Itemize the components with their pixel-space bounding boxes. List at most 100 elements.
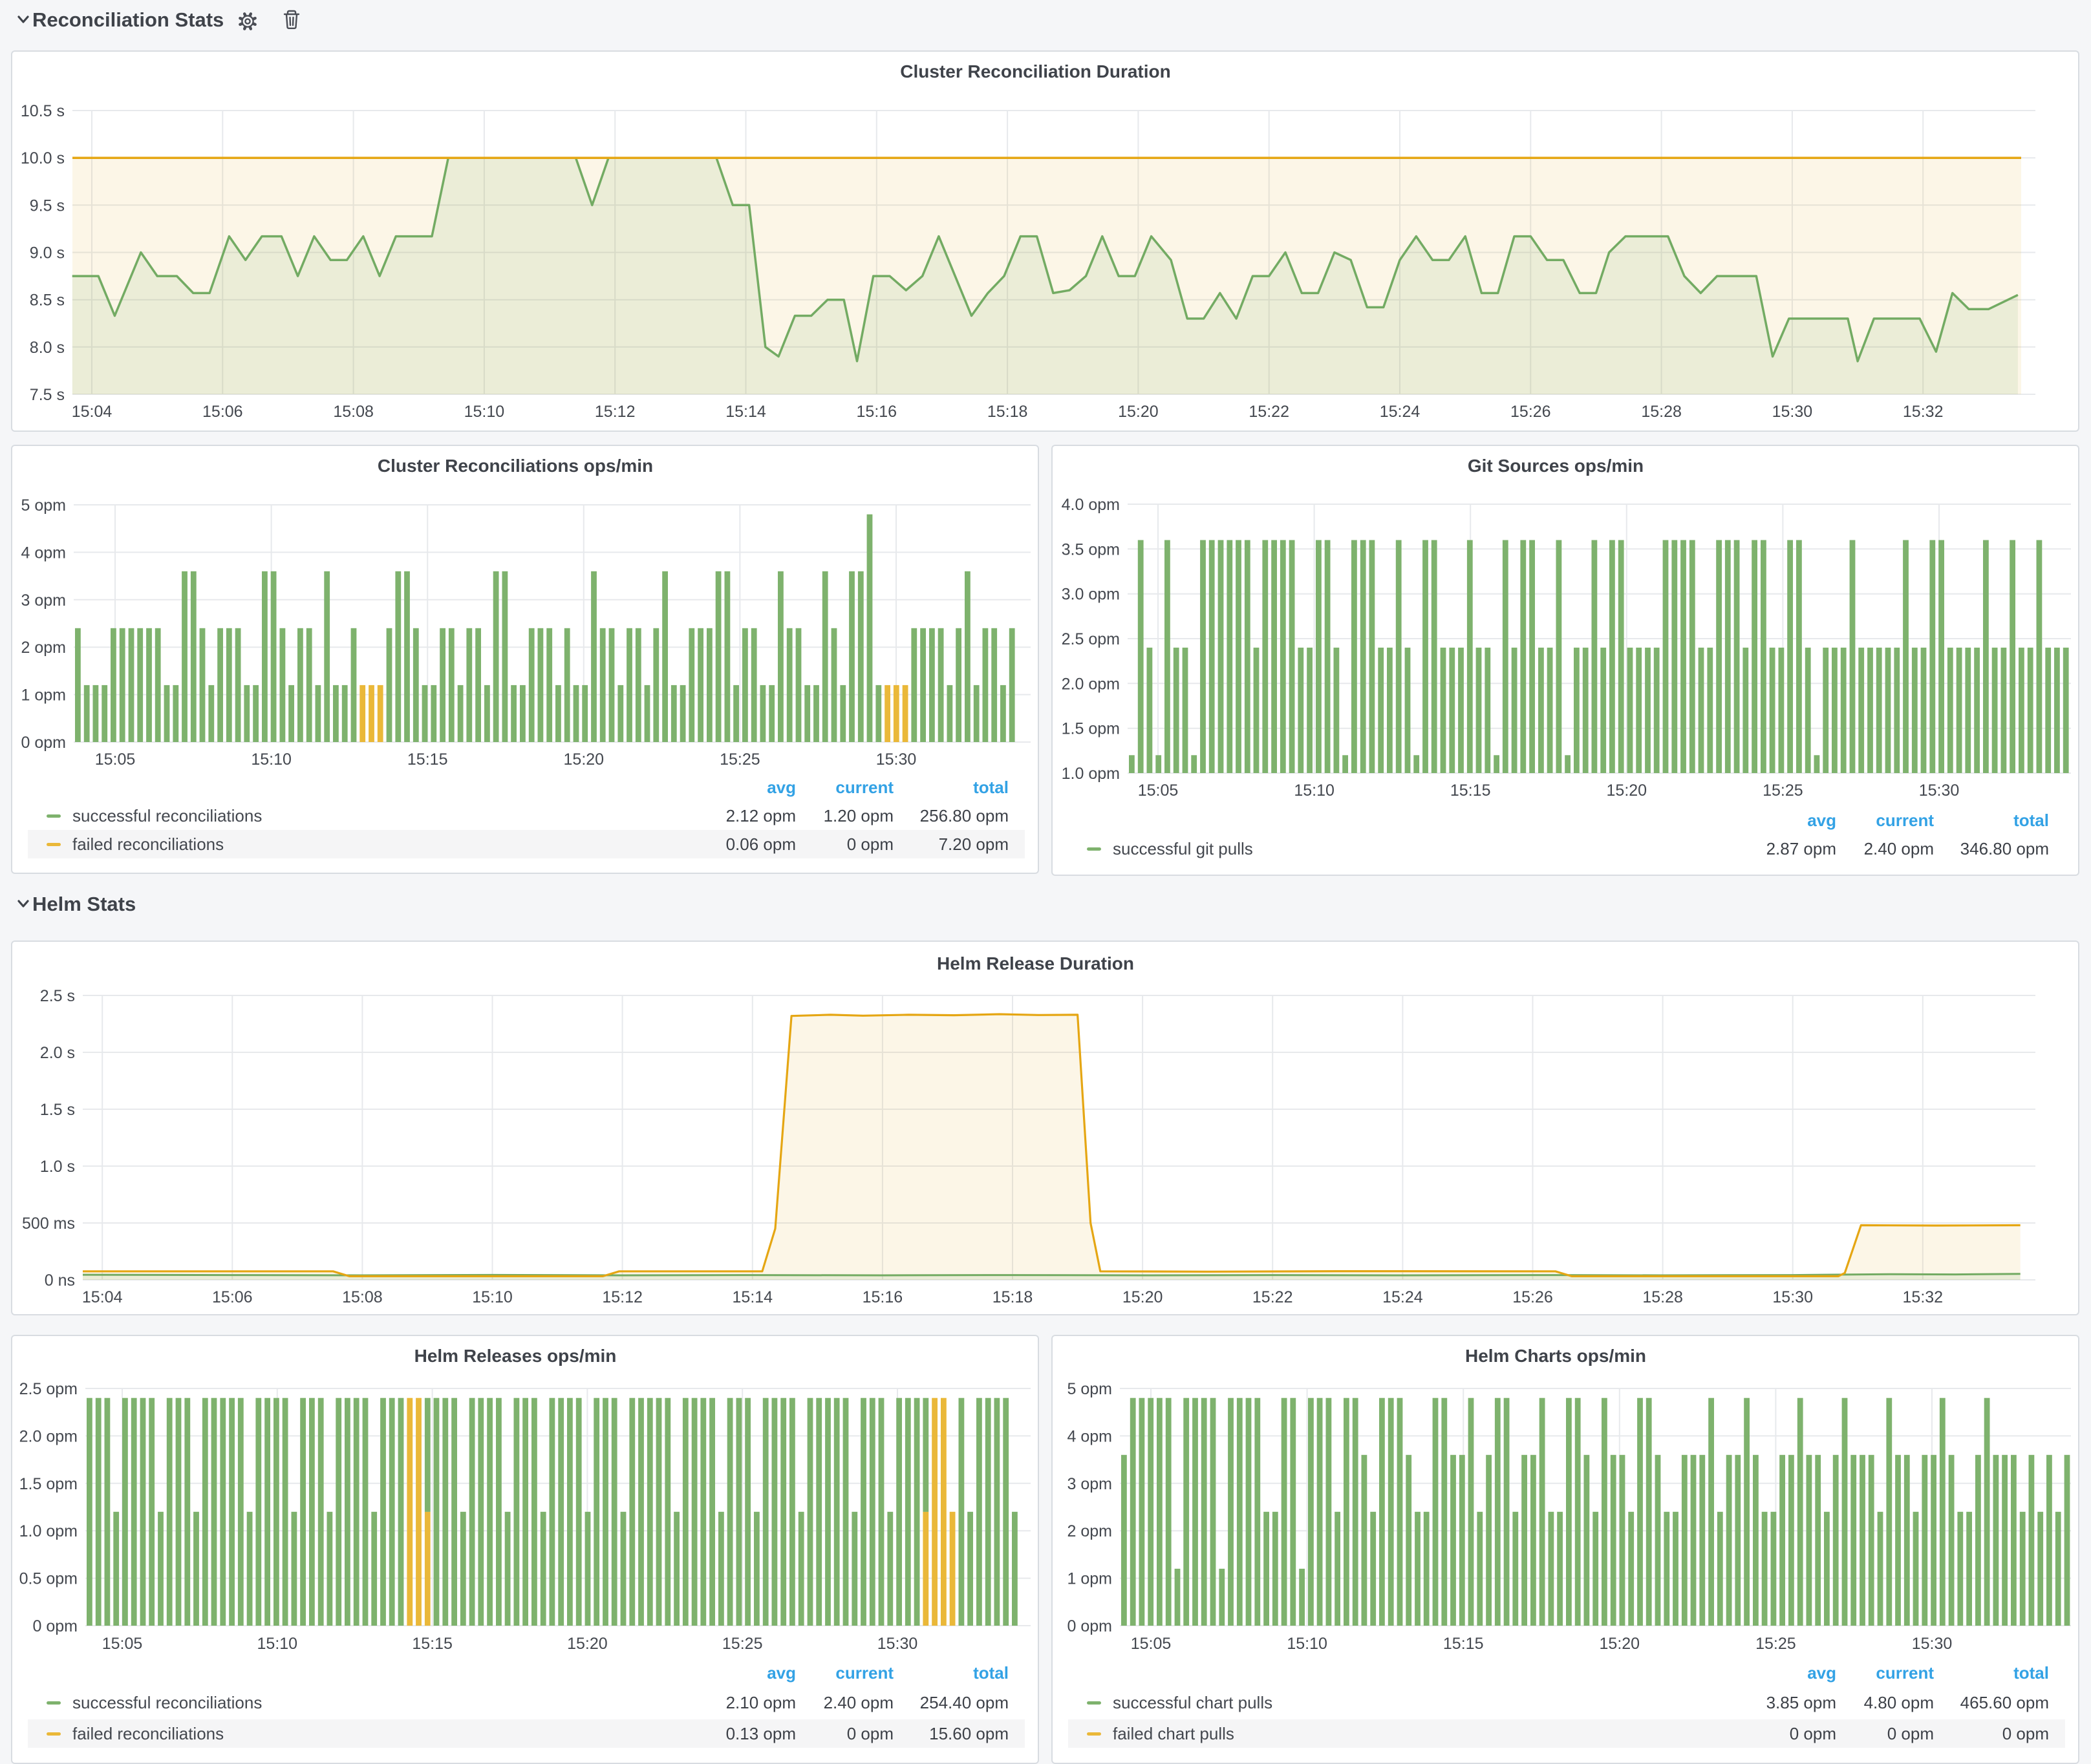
svg-text:256.80 opm: 256.80 opm (920, 806, 1009, 825)
svg-text:2.5 s: 2.5 s (40, 987, 75, 1005)
svg-text:1.5 opm: 1.5 opm (19, 1475, 78, 1493)
svg-text:15:32: 15:32 (1903, 403, 1944, 421)
svg-text:346.80 opm: 346.80 opm (1960, 839, 2049, 858)
svg-text:15:16: 15:16 (857, 403, 897, 421)
svg-text:3.85 opm: 3.85 opm (1766, 1693, 1836, 1712)
svg-text:3.5 opm: 3.5 opm (1062, 540, 1120, 558)
svg-text:500 ms: 500 ms (22, 1215, 75, 1233)
svg-text:15:05: 15:05 (1138, 781, 1179, 800)
svg-text:current: current (835, 1663, 894, 1683)
svg-text:15:10: 15:10 (1287, 1635, 1327, 1653)
svg-text:15:10: 15:10 (1294, 781, 1335, 800)
svg-text:1.0 opm: 1.0 opm (1062, 765, 1120, 783)
svg-text:total: total (973, 778, 1009, 797)
svg-text:15:20: 15:20 (564, 750, 605, 769)
svg-text:15:05: 15:05 (1131, 1635, 1172, 1653)
svg-text:15:30: 15:30 (876, 750, 917, 769)
svg-text:15:14: 15:14 (725, 403, 766, 421)
svg-text:15:10: 15:10 (472, 1288, 513, 1306)
svg-text:0 opm: 0 opm (21, 734, 66, 752)
svg-text:15:12: 15:12 (602, 1288, 643, 1306)
svg-text:0 opm: 0 opm (1887, 1724, 1934, 1743)
svg-text:Helm Charts ops/min: Helm Charts ops/min (1465, 1346, 1646, 1366)
svg-text:15:30: 15:30 (877, 1635, 918, 1653)
svg-text:4.0 opm: 4.0 opm (1062, 496, 1120, 514)
svg-text:Cluster Reconciliation Duratio: Cluster Reconciliation Duration (900, 61, 1171, 81)
svg-text:0 ns: 0 ns (45, 1271, 75, 1290)
svg-text:4.80 opm: 4.80 opm (1864, 1693, 1934, 1712)
svg-text:15:26: 15:26 (1510, 403, 1551, 421)
svg-text:Reconciliation Stats: Reconciliation Stats (32, 8, 224, 31)
svg-text:3.0 opm: 3.0 opm (1062, 586, 1120, 604)
svg-text:current: current (835, 778, 894, 797)
svg-text:0 opm: 0 opm (33, 1617, 78, 1635)
svg-text:15:10: 15:10 (464, 403, 505, 421)
svg-text:15:25: 15:25 (1755, 1635, 1796, 1653)
svg-text:15:24: 15:24 (1382, 1288, 1423, 1306)
svg-text:Cluster Reconciliations ops/mi: Cluster Reconciliations ops/min (378, 456, 653, 476)
svg-text:15:20: 15:20 (1122, 1288, 1163, 1306)
svg-text:15:15: 15:15 (407, 750, 448, 769)
svg-text:15:20: 15:20 (1607, 781, 1647, 800)
svg-text:15:16: 15:16 (863, 1288, 903, 1306)
svg-text:2.10 opm: 2.10 opm (726, 1693, 796, 1712)
svg-text:2.87 opm: 2.87 opm (1766, 839, 1836, 858)
svg-text:total: total (973, 1663, 1009, 1683)
svg-text:0.13 opm: 0.13 opm (726, 1724, 796, 1743)
svg-text:9.5 s: 9.5 s (30, 197, 65, 215)
svg-text:10.5 s: 10.5 s (21, 102, 65, 120)
svg-text:15:08: 15:08 (342, 1288, 383, 1306)
svg-text:0 opm: 0 opm (2002, 1724, 2049, 1743)
svg-text:1.0 s: 1.0 s (40, 1158, 75, 1176)
svg-text:15:25: 15:25 (722, 1635, 763, 1653)
svg-text:2.40 opm: 2.40 opm (1864, 839, 1934, 858)
svg-text:15:05: 15:05 (102, 1635, 143, 1653)
svg-text:2.5 opm: 2.5 opm (19, 1380, 78, 1398)
svg-text:5 opm: 5 opm (21, 496, 66, 515)
svg-text:15:25: 15:25 (720, 750, 760, 769)
svg-text:Git Sources ops/min: Git Sources ops/min (1468, 456, 1644, 476)
svg-text:15:04: 15:04 (72, 403, 113, 421)
svg-text:total: total (2013, 1663, 2049, 1683)
svg-text:15:20: 15:20 (1600, 1635, 1640, 1653)
svg-text:1.20 opm: 1.20 opm (824, 806, 894, 825)
svg-text:1 opm: 1 opm (21, 686, 66, 705)
svg-text:2.12 opm: 2.12 opm (726, 806, 796, 825)
svg-text:15:32: 15:32 (1903, 1288, 1944, 1306)
svg-text:1.5 s: 1.5 s (40, 1101, 75, 1119)
svg-text:1.0 opm: 1.0 opm (19, 1522, 78, 1540)
svg-text:15:22: 15:22 (1249, 403, 1289, 421)
svg-text:15:06: 15:06 (202, 403, 243, 421)
svg-text:15:25: 15:25 (1763, 781, 1803, 800)
svg-text:0.5 opm: 0.5 opm (19, 1570, 78, 1588)
svg-text:0 opm: 0 opm (847, 1724, 894, 1743)
svg-text:15:30: 15:30 (1912, 1635, 1953, 1653)
svg-text:1 opm: 1 opm (1067, 1570, 1112, 1588)
svg-text:2.0 opm: 2.0 opm (19, 1427, 78, 1445)
svg-text:15:28: 15:28 (1642, 1288, 1683, 1306)
svg-text:15:30: 15:30 (1772, 403, 1813, 421)
svg-text:10.0 s: 10.0 s (21, 149, 65, 167)
svg-text:current: current (1876, 811, 1934, 830)
svg-text:2.40 opm: 2.40 opm (824, 1693, 894, 1712)
svg-text:15:20: 15:20 (567, 1635, 608, 1653)
svg-text:15:24: 15:24 (1380, 403, 1421, 421)
svg-text:4 opm: 4 opm (21, 544, 66, 562)
svg-text:2 opm: 2 opm (21, 639, 66, 657)
svg-text:15:08: 15:08 (333, 403, 374, 421)
svg-text:15:20: 15:20 (1118, 403, 1159, 421)
svg-text:2.0 s: 2.0 s (40, 1044, 75, 1062)
svg-text:failed reconciliations: failed reconciliations (72, 1724, 224, 1743)
svg-text:current: current (1876, 1663, 1934, 1683)
svg-text:5 opm: 5 opm (1067, 1380, 1112, 1398)
svg-text:2.5 opm: 2.5 opm (1062, 630, 1120, 648)
svg-text:avg: avg (767, 1663, 796, 1683)
svg-text:7.20 opm: 7.20 opm (939, 834, 1009, 854)
svg-text:0 opm: 0 opm (847, 834, 894, 854)
svg-text:15:05: 15:05 (95, 750, 136, 769)
svg-text:successful reconciliations: successful reconciliations (72, 806, 262, 825)
svg-text:254.40 opm: 254.40 opm (920, 1693, 1009, 1712)
svg-text:2 opm: 2 opm (1067, 1522, 1112, 1540)
svg-text:avg: avg (1807, 811, 1836, 830)
svg-text:successful reconciliations: successful reconciliations (72, 1693, 262, 1712)
